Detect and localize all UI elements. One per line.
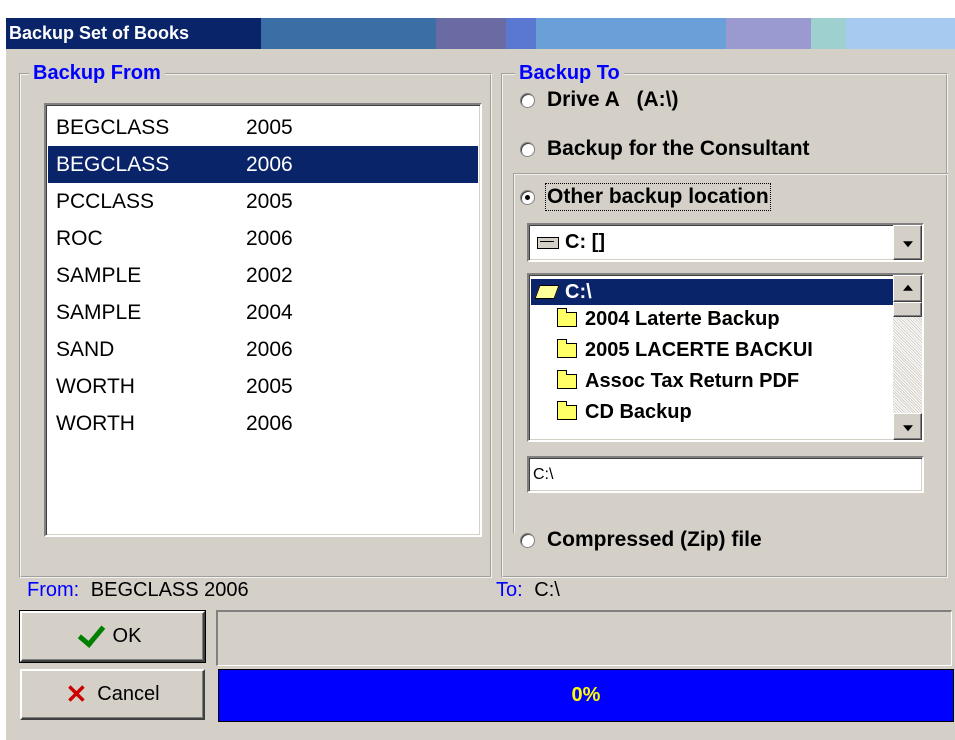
ok-button-label: OK	[112, 625, 142, 647]
to-label: To:	[496, 579, 523, 601]
open-folder-icon	[534, 285, 560, 299]
from-status: From: BEGCLASS 2006	[27, 579, 249, 602]
drive-select[interactable]: C: []	[527, 223, 924, 262]
arrow-down-icon	[902, 424, 913, 431]
folder-label: CD Backup	[585, 400, 692, 423]
book-year: 2006	[246, 153, 293, 176]
arrow-up-icon	[902, 284, 913, 291]
book-row[interactable]: BEGCLASS 2005	[48, 109, 478, 146]
cancel-button[interactable]: ✕ Cancel	[20, 669, 205, 720]
book-row[interactable]: WORTH 2005	[48, 368, 478, 405]
book-name: BEGCLASS	[56, 153, 170, 176]
scroll-down-button[interactable]	[893, 413, 922, 440]
scroll-up-button[interactable]	[893, 275, 922, 302]
book-name: SAMPLE	[56, 301, 142, 324]
book-row[interactable]: SAMPLE 2002	[48, 257, 478, 294]
radio-consultant-label: Backup for the Consultant	[547, 137, 810, 160]
book-row[interactable]: WORTH 2006	[48, 405, 478, 442]
radio-consultant-indicator[interactable]	[520, 141, 535, 157]
radio-zip[interactable]: Compressed (Zip) file	[520, 528, 762, 552]
from-label: From:	[27, 579, 80, 601]
book-year: 2005	[246, 375, 293, 398]
book-row[interactable]: SAND 2006	[48, 331, 478, 368]
drive-dropdown-button[interactable]	[893, 225, 922, 260]
book-year: 2006	[246, 412, 293, 435]
radio-drive-a[interactable]: Drive A (A:\)	[520, 88, 678, 112]
book-year: 2006	[246, 227, 293, 250]
folder-label: 2004 Laterte Backup	[585, 307, 780, 330]
folder-root-label: C:\	[565, 280, 592, 303]
book-name: PCCLASS	[56, 190, 155, 213]
backup-dialog: Backup Set of Books Backup From BEGCLASS…	[5, 17, 955, 740]
book-name: SAND	[56, 338, 115, 361]
chevron-down-icon	[902, 240, 913, 247]
path-input[interactable]	[527, 456, 924, 493]
radio-zip-indicator[interactable]	[520, 532, 535, 548]
drive-select-value: C: []	[565, 231, 605, 253]
folder-scrollbar[interactable]	[893, 275, 922, 440]
checkmark-icon	[77, 619, 105, 648]
scroll-thumb[interactable]	[893, 302, 922, 317]
book-year: 2005	[246, 190, 293, 213]
book-row[interactable]: BEGCLASS 2006	[48, 146, 478, 183]
book-name: SAMPLE	[56, 264, 142, 287]
book-name: ROC	[56, 227, 103, 250]
folder-row[interactable]: Assoc Tax Return PDF	[531, 368, 799, 394]
folder-row[interactable]: 2005 LACERTE BACKUI	[531, 337, 813, 363]
folder-icon	[557, 400, 577, 420]
book-year: 2005	[246, 116, 293, 139]
radio-drive-a-indicator[interactable]	[520, 92, 535, 108]
hard-drive-icon	[537, 236, 559, 249]
radio-other-location-indicator[interactable]	[520, 189, 535, 205]
books-list[interactable]: BEGCLASS 2005 BEGCLASS 2006 PCCLASS 2005 ROC 20…	[44, 103, 482, 537]
book-year: 2002	[246, 264, 293, 287]
to-value: C:\	[534, 579, 560, 601]
book-row[interactable]: ROC 2006	[48, 220, 478, 257]
folder-icon	[557, 338, 577, 358]
book-row[interactable]: PCCLASS 2005	[48, 183, 478, 220]
folder-label: Assoc Tax Return PDF	[585, 369, 800, 392]
radio-other-location[interactable]: Other backup location	[520, 183, 771, 211]
radio-consultant[interactable]: Backup for the Consultant	[520, 137, 810, 161]
book-name: WORTH	[56, 375, 135, 398]
x-icon: ✕	[65, 679, 88, 709]
radio-other-location-label: Other backup location	[545, 183, 771, 211]
book-year: 2004	[246, 301, 293, 324]
radio-drive-a-label: Drive A (A:\)	[547, 88, 679, 111]
book-year: 2006	[246, 338, 293, 361]
book-row[interactable]: SAMPLE 2004	[48, 294, 478, 331]
book-name: BEGCLASS	[56, 116, 170, 139]
folder-label: 2005 LACERTE BACKUI	[585, 338, 813, 361]
progress-text: 0%	[571, 684, 601, 706]
folder-list[interactable]: C:\ 2004 Laterte Backup 2005 LACERTE BACK…	[527, 273, 924, 442]
folder-icon	[557, 369, 577, 389]
folder-root-row[interactable]: C:\	[531, 279, 893, 305]
folder-row[interactable]: CD Backup	[531, 399, 692, 425]
window-title: Backup Set of Books	[9, 23, 190, 43]
from-value: BEGCLASS 2006	[90, 579, 249, 601]
to-status: To: C:\	[496, 579, 560, 602]
folder-icon	[557, 307, 577, 327]
folder-row[interactable]: 2004 Laterte Backup	[531, 306, 780, 332]
radio-zip-label: Compressed (Zip) file	[547, 528, 762, 551]
book-name: WORTH	[56, 412, 135, 435]
progress-info-panel	[216, 610, 952, 666]
backup-to-legend: Backup To	[515, 61, 624, 85]
backup-from-legend: Backup From	[29, 61, 165, 85]
progress-bar: 0%	[218, 669, 954, 722]
cancel-button-label: Cancel	[97, 683, 160, 705]
ok-button[interactable]: OK	[19, 610, 206, 663]
